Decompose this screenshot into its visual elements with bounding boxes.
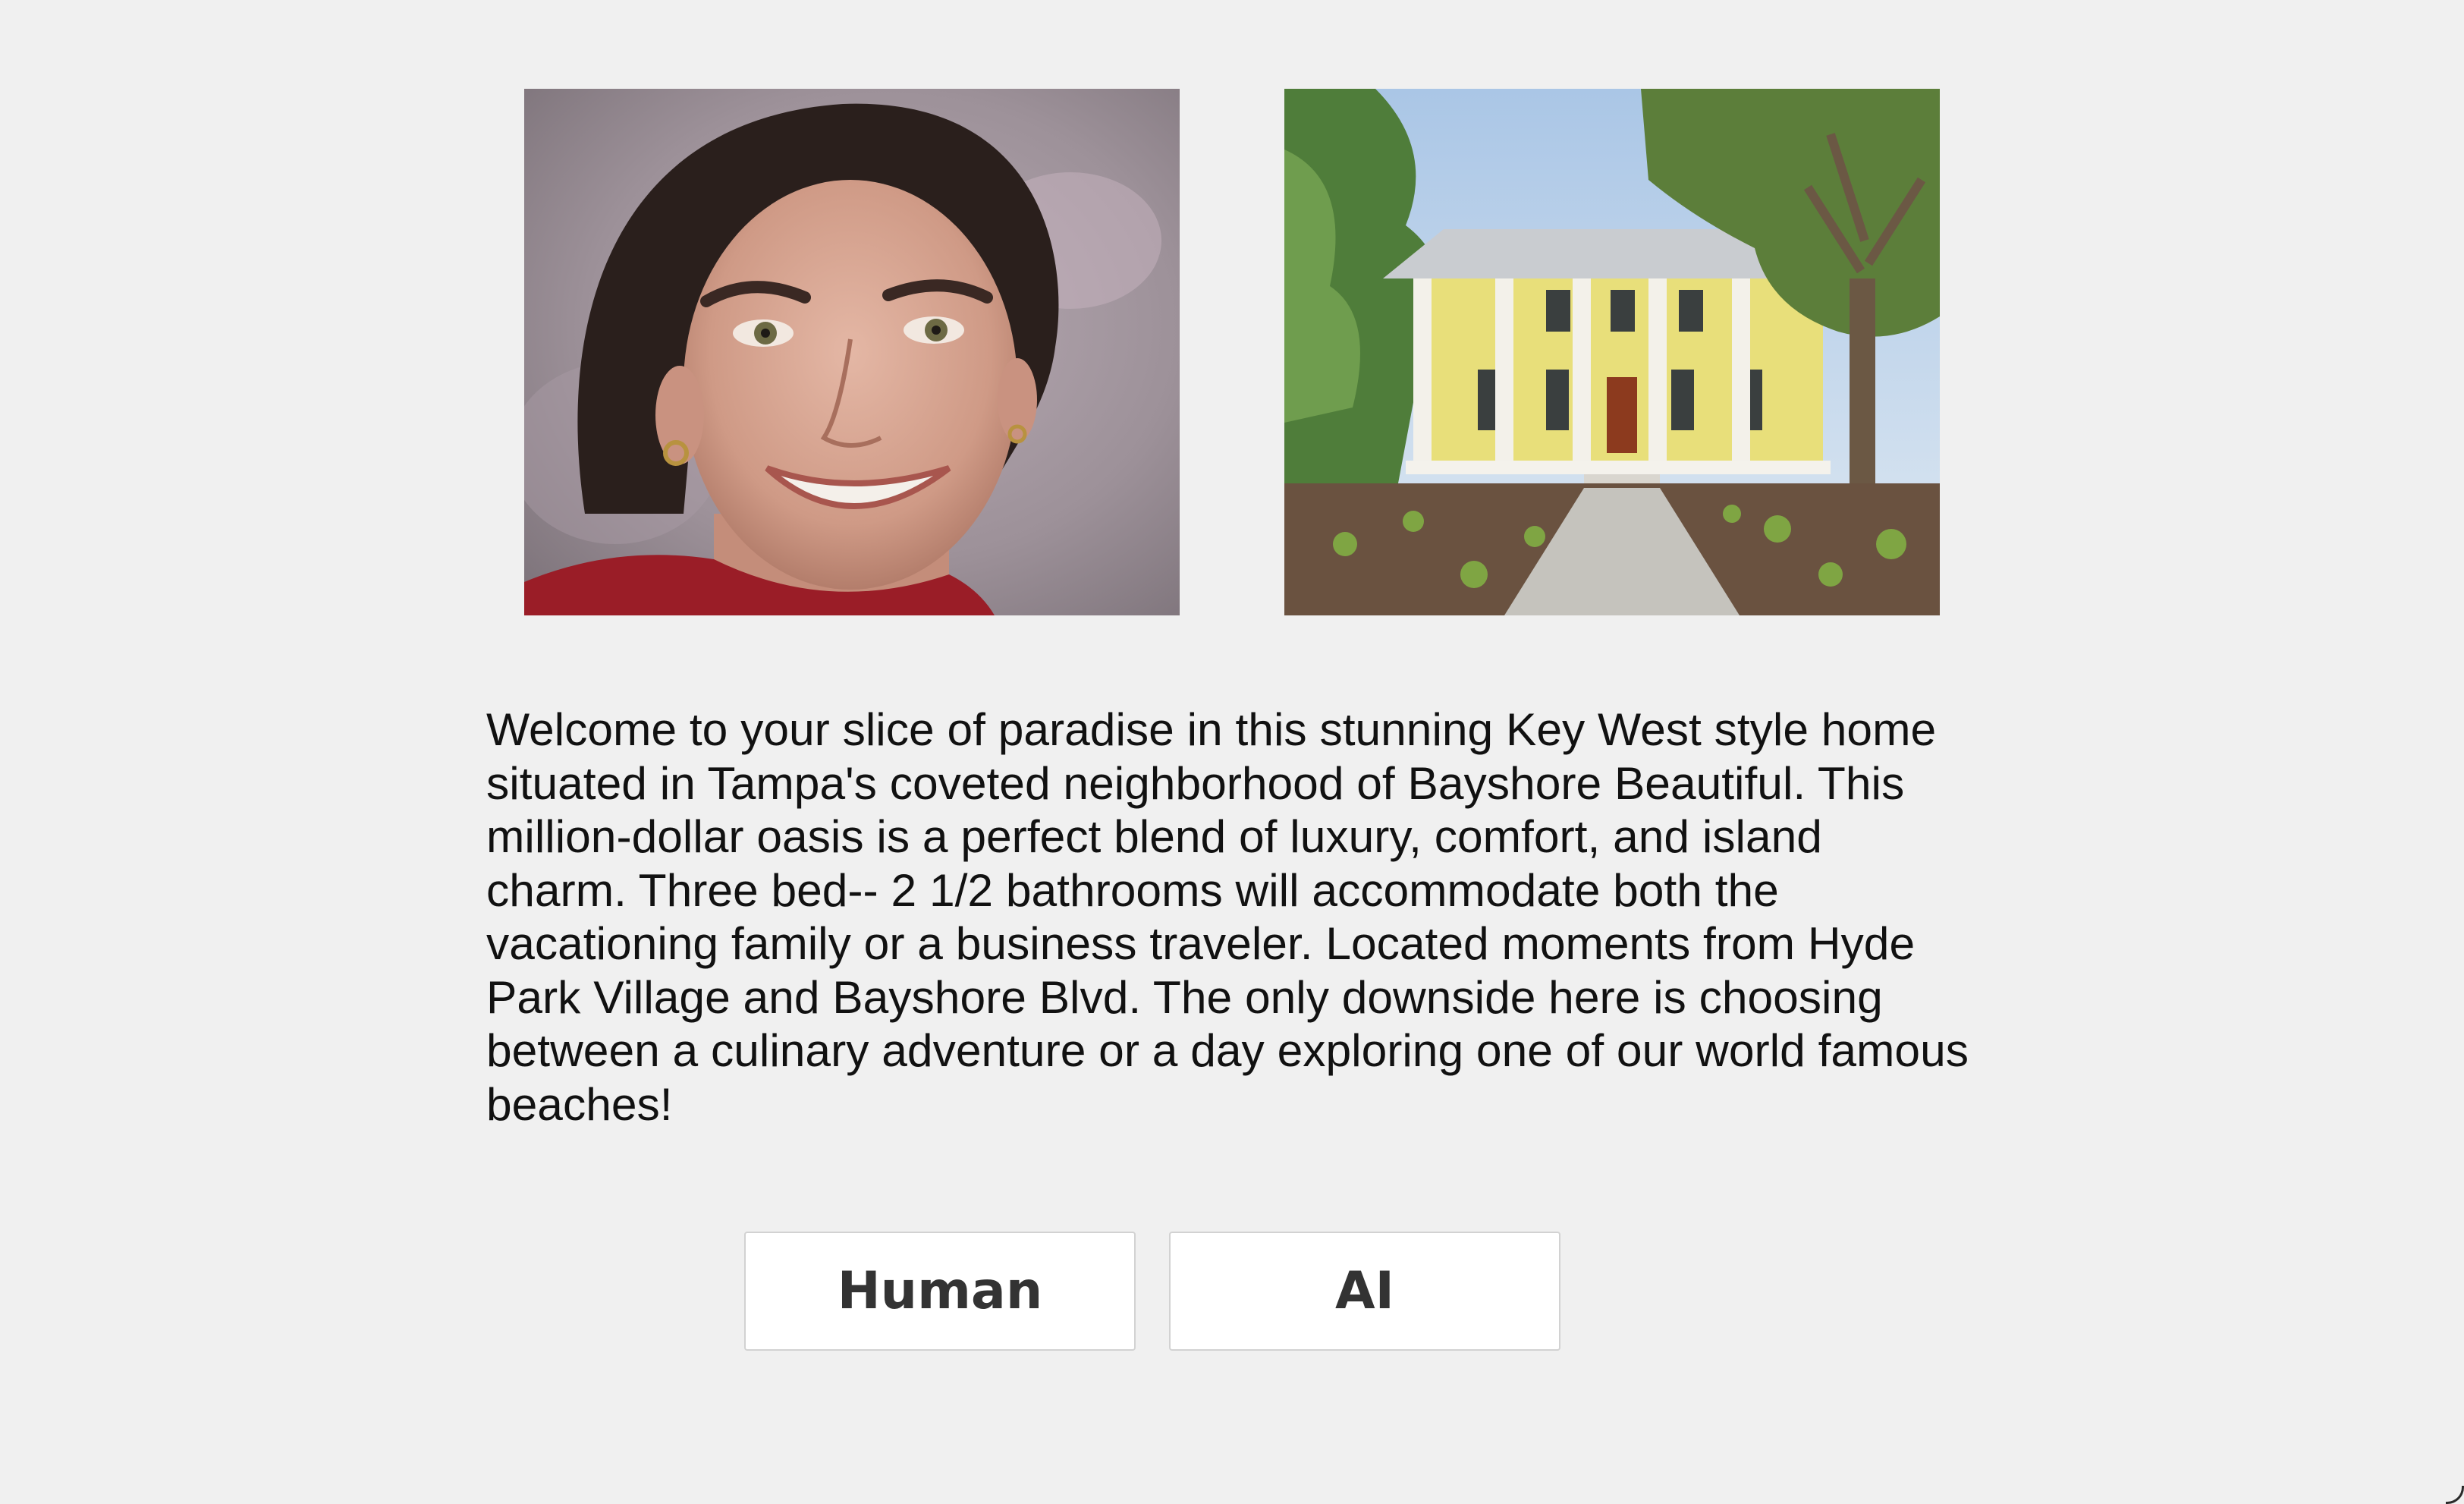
host-photo [524,89,1180,615]
listing-description: Welcome to your slice of paradise in thi… [486,703,1969,1130]
window-corner [2446,1486,2464,1504]
person-portrait-icon [524,89,1180,615]
ai-button[interactable]: AI [1169,1232,1560,1351]
house-photo [1284,89,1940,615]
house-exterior-icon [1284,89,1940,615]
human-button[interactable]: Human [744,1232,1136,1351]
